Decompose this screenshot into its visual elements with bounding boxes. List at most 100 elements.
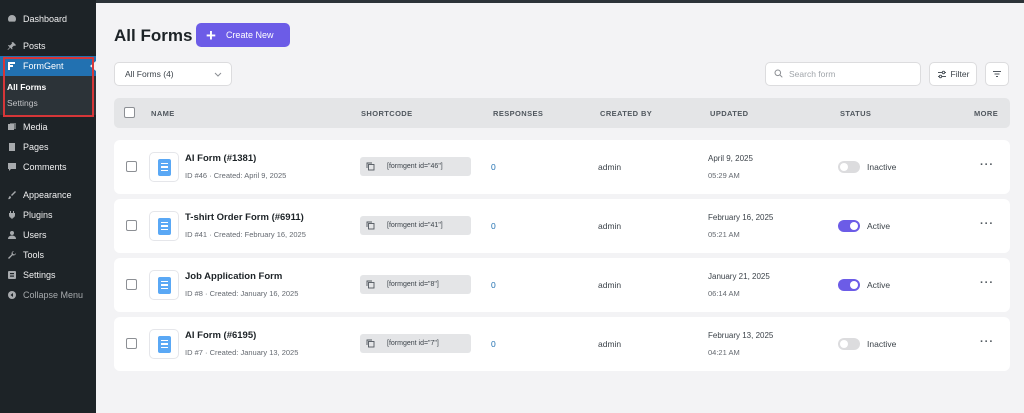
status-toggle[interactable] xyxy=(838,220,860,232)
shortcode-text: [formgent id="46"] xyxy=(387,163,443,170)
updated-time: 04:21 AM xyxy=(708,348,740,357)
submenu-all-forms[interactable]: All Forms xyxy=(0,79,96,95)
collapse-icon xyxy=(7,290,17,300)
sidebar-item-comments[interactable]: Comments xyxy=(0,157,96,177)
updated-date: February 13, 2025 xyxy=(708,331,774,340)
collapse-label: Collapse Menu xyxy=(23,290,84,300)
row-checkbox[interactable] xyxy=(126,279,137,290)
pin-icon xyxy=(7,41,17,51)
row-checkbox[interactable] xyxy=(126,161,137,172)
admin-sidebar: Dashboard Posts FormGent All Forms Setti… xyxy=(0,0,96,413)
table-row: T-shirt Order Form (#6911) ID #41 · Crea… xyxy=(114,199,1010,253)
sidebar-item-label: Users xyxy=(23,230,47,240)
sidebar-item-settings[interactable]: Settings xyxy=(0,265,96,285)
page-title: All Forms xyxy=(114,26,193,45)
column-status: STATUS xyxy=(840,109,872,118)
form-icon xyxy=(149,152,179,182)
sidebar-item-label: Media xyxy=(23,122,48,132)
create-new-button[interactable]: + Create New xyxy=(196,23,290,47)
filter-button[interactable]: Filter xyxy=(929,62,977,86)
sidebar-item-label: Tools xyxy=(23,250,45,260)
more-actions-button[interactable]: ··· xyxy=(980,218,994,230)
search-box xyxy=(765,62,921,86)
copy-icon xyxy=(366,162,375,171)
sidebar-item-media[interactable]: Media xyxy=(0,117,96,137)
sidebar-item-posts[interactable]: Posts xyxy=(0,36,96,56)
form-name[interactable]: T-shirt Order Form (#6911) xyxy=(185,212,304,223)
create-new-label: Create New xyxy=(225,30,274,40)
form-icon xyxy=(149,211,179,241)
collapse-menu-button[interactable]: Collapse Menu xyxy=(0,285,96,305)
responses-link[interactable]: 0 xyxy=(491,221,496,231)
created-by: admin xyxy=(598,339,622,349)
sidebar-item-plugins[interactable]: Plugins xyxy=(0,205,96,225)
dashboard-icon xyxy=(7,14,17,24)
sidebar-item-label: Plugins xyxy=(23,210,53,220)
column-shortcode: SHORTCODE xyxy=(361,109,413,118)
copy-icon xyxy=(366,339,375,348)
chevron-down-icon xyxy=(214,70,222,80)
sidebar-item-appearance[interactable]: Appearance xyxy=(0,185,96,205)
shortcode-copy[interactable]: [formgent id="41"] xyxy=(360,216,471,235)
formgent-icon xyxy=(7,61,17,71)
responses-link[interactable]: 0 xyxy=(491,162,496,172)
filter-label: Filter xyxy=(950,69,970,79)
search-input[interactable] xyxy=(789,69,909,79)
sidebar-item-label: Settings xyxy=(23,270,56,280)
sidebar-item-label: Posts xyxy=(23,41,46,51)
column-name: NAME xyxy=(151,109,175,118)
shortcode-copy[interactable]: [formgent id="7"] xyxy=(360,334,471,353)
form-meta: ID #7 · Created: January 13, 2025 xyxy=(185,348,299,357)
sidebar-item-formgent[interactable]: FormGent xyxy=(0,56,96,76)
responses-link[interactable]: 0 xyxy=(491,280,496,290)
table-row: Job Application Form ID #8 · Created: Ja… xyxy=(114,258,1010,312)
created-by: admin xyxy=(598,221,622,231)
table-row: AI Form (#1381) ID #46 · Created: April … xyxy=(114,140,1010,194)
row-checkbox[interactable] xyxy=(126,338,137,349)
forms-filter-select[interactable]: All Forms (4) xyxy=(114,62,232,86)
more-actions-button[interactable]: ··· xyxy=(980,277,994,289)
status-label: Active xyxy=(867,280,891,290)
more-actions-button[interactable]: ··· xyxy=(980,336,994,348)
status-label: Inactive xyxy=(867,162,897,172)
sidebar-item-label: Pages xyxy=(23,142,49,152)
row-checkbox[interactable] xyxy=(126,220,137,231)
status-label: Inactive xyxy=(867,339,897,349)
updated-date: April 9, 2025 xyxy=(708,154,753,163)
filter-icon xyxy=(937,70,946,78)
sidebar-item-tools[interactable]: Tools xyxy=(0,245,96,265)
form-name[interactable]: AI Form (#6195) xyxy=(185,330,256,341)
form-icon xyxy=(149,270,179,300)
formgent-submenu: All Forms Settings xyxy=(0,76,96,115)
sidebar-item-label: FormGent xyxy=(23,61,64,71)
form-meta: ID #41 · Created: February 16, 2025 xyxy=(185,230,306,239)
admin-bar-edge xyxy=(96,0,1024,3)
form-name[interactable]: AI Form (#1381) xyxy=(185,153,256,164)
column-updated: UPDATED xyxy=(710,109,749,118)
brush-icon xyxy=(7,190,17,200)
sort-button[interactable] xyxy=(985,62,1009,86)
status-toggle[interactable] xyxy=(838,338,860,350)
table-row: AI Form (#6195) ID #7 · Created: January… xyxy=(114,317,1010,371)
status-toggle[interactable] xyxy=(838,279,860,291)
select-all-checkbox[interactable] xyxy=(124,107,135,118)
sidebar-item-pages[interactable]: Pages xyxy=(0,137,96,157)
form-meta: ID #46 · Created: April 9, 2025 xyxy=(185,171,287,180)
created-by: admin xyxy=(598,280,622,290)
updated-date: February 16, 2025 xyxy=(708,213,774,222)
responses-link[interactable]: 0 xyxy=(491,339,496,349)
copy-icon xyxy=(366,221,375,230)
status-label: Active xyxy=(867,221,891,231)
sidebar-item-users[interactable]: Users xyxy=(0,225,96,245)
search-icon xyxy=(774,65,783,83)
form-name[interactable]: Job Application Form xyxy=(185,271,282,282)
more-actions-button[interactable]: ··· xyxy=(980,159,994,171)
sidebar-item-dashboard[interactable]: Dashboard xyxy=(0,9,96,29)
status-toggle[interactable] xyxy=(838,161,860,173)
shortcode-text: [formgent id="7"] xyxy=(387,340,439,347)
shortcode-text: [formgent id="8"] xyxy=(387,281,439,288)
shortcode-copy[interactable]: [formgent id="8"] xyxy=(360,275,471,294)
sort-icon xyxy=(993,71,1001,77)
shortcode-copy[interactable]: [formgent id="46"] xyxy=(360,157,471,176)
submenu-settings[interactable]: Settings xyxy=(0,95,96,111)
